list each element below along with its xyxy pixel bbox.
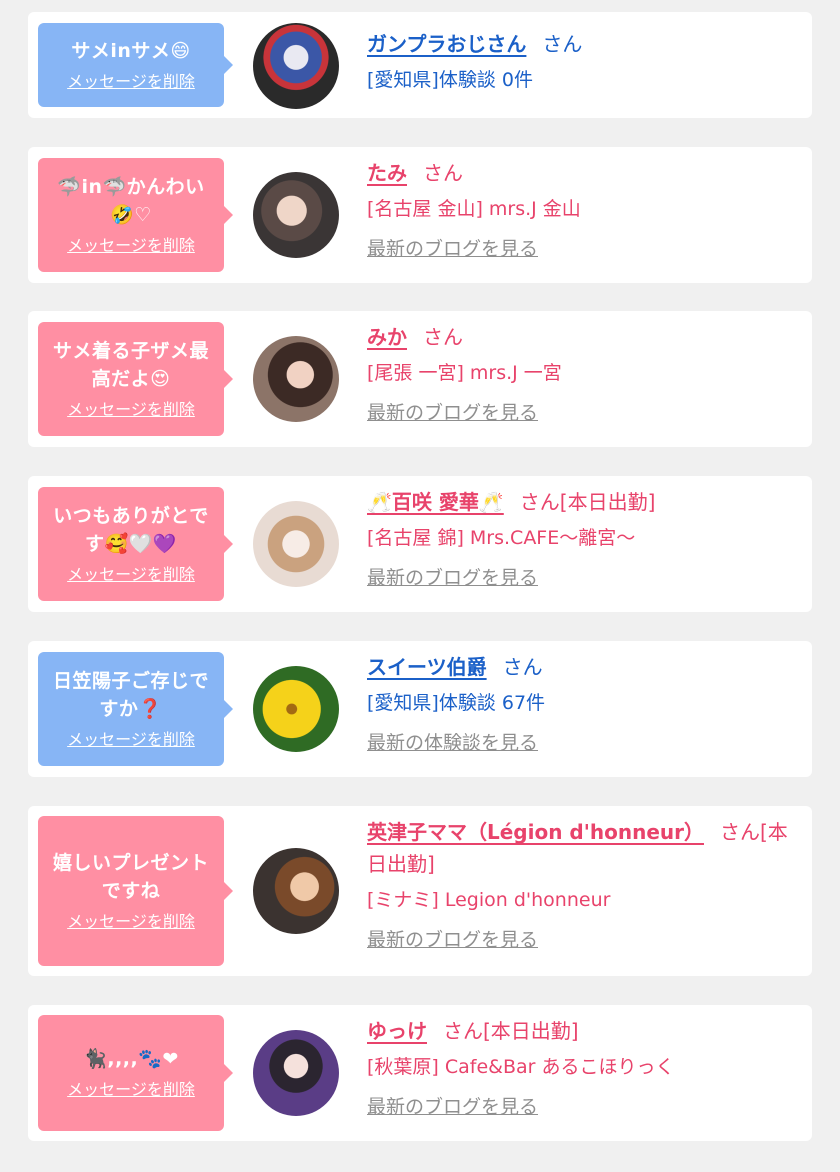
user-subtitle: [名古屋 金山] mrs.J 金山 [367,198,581,220]
message-text: 日笠陽子ご存じですか❓ [52,670,209,720]
message-card: 🦈in🦈かんわい🤣♡ メッセージを削除 たみ さん [名古屋 金山] mrs.J … [28,147,812,283]
message-bubble: サメinサメ😄 メッセージを削除 [38,23,233,107]
woman-photo-avatar[interactable] [253,1030,339,1116]
gundam-figure-avatar[interactable] [253,23,339,109]
message-card: サメinサメ😄 メッセージを削除 ガンプラおじさん さん [愛知県]体験談 0件 [28,12,812,118]
message-text: 嬉しいプレゼントですね [52,852,209,902]
user-name-link[interactable]: スイーツ伯爵 [367,655,487,679]
message-bubble: いつもありがとです🥰🤍💜 メッセージを削除 [38,487,233,601]
user-subtitle: [名古屋 錦] Mrs.CAFE〜離宮〜 [367,527,636,549]
woman-photo-avatar[interactable] [253,336,339,422]
message-bubble: 🐈‍⬛,,,,🐾❤ メッセージを削除 [38,1015,233,1131]
honorific: さん[本日出勤] [443,1019,579,1043]
yellow-flower-avatar[interactable] [253,666,339,752]
user-subtitle: [愛知県]体験談 67件 [367,692,546,714]
message-bubble: サメ着る子ザメ最高だよ😍 メッセージを削除 [38,322,233,436]
message-text: いつもありがとです🥰🤍💜 [53,505,209,555]
message-text: 🐈‍⬛,,,,🐾❤ [83,1048,179,1070]
honorific: さん [423,325,463,349]
message-text: 🦈in🦈かんわい🤣♡ [57,176,205,226]
woman-photo-avatar[interactable] [253,848,339,934]
latest-blog-link[interactable]: 最新のブログを見る [367,234,797,264]
user-name-link[interactable]: ガンプラおじさん [367,32,526,56]
honorific: さん [542,32,583,56]
latest-blog-link[interactable]: 最新のブログを見る [367,563,797,593]
delete-message-button[interactable]: メッセージを削除 [67,729,195,751]
delete-message-button[interactable]: メッセージを削除 [67,1079,195,1101]
message-card: いつもありがとです🥰🤍💜 メッセージを削除 🥂百咲 愛華🥂 さん[本日出勤] [名… [28,476,812,612]
user-name-link[interactable]: たみ [367,161,407,185]
message-card: サメ着る子ザメ最高だよ😍 メッセージを削除 みか さん [尾張 一宮] mrs.J… [28,311,812,447]
user-name-link[interactable]: 🥂百咲 愛華🥂 [367,490,504,514]
user-subtitle: [秋葉原] Cafe&Bar あるこほりっく [367,1056,675,1078]
delete-message-button[interactable]: メッセージを削除 [67,235,195,257]
delete-message-button[interactable]: メッセージを削除 [67,399,195,421]
user-name-link[interactable]: みか [367,325,407,349]
message-card: 🐈‍⬛,,,,🐾❤ メッセージを削除 ゆっけ さん[本日出勤] [秋葉原] Caf… [28,1005,812,1141]
delete-message-button[interactable]: メッセージを削除 [67,564,195,586]
user-name-link[interactable]: 英津子ママ（Légion d'honneur） [367,820,704,844]
latest-blog-link[interactable]: 最新のブログを見る [367,925,797,955]
honorific: さん [423,161,463,185]
message-bubble: 🦈in🦈かんわい🤣♡ メッセージを削除 [38,158,233,272]
latest-blog-link[interactable]: 最新のブログを見る [367,1092,797,1122]
honorific: さん [502,655,543,679]
user-name-link[interactable]: ゆっけ [367,1019,427,1043]
message-bubble: 嬉しいプレゼントですね メッセージを削除 [38,816,233,966]
message-text: サメinサメ😄 [71,40,191,62]
woman-photo-avatar[interactable] [253,172,339,258]
latest-review-link[interactable]: 最新の体験談を見る [367,728,797,758]
message-text: サメ着る子ザメ最高だよ😍 [52,340,209,390]
message-card: 嬉しいプレゼントですね メッセージを削除 英津子ママ（Légion d'honn… [28,806,812,976]
user-subtitle: [愛知県]体験談 0件 [367,69,533,91]
user-subtitle: [尾張 一宮] mrs.J 一宮 [367,362,562,384]
user-subtitle: [ミナミ] Legion d'honneur [367,889,611,911]
message-card: 日笠陽子ご存じですか❓ メッセージを削除 スイーツ伯爵 さん [愛知県]体験談 6… [28,641,812,777]
latest-blog-link[interactable]: 最新のブログを見る [367,398,797,428]
message-list: サメinサメ😄 メッセージを削除 ガンプラおじさん さん [愛知県]体験談 0件 … [0,0,840,1172]
delete-message-button[interactable]: メッセージを削除 [67,911,195,933]
delete-message-button[interactable]: メッセージを削除 [67,71,195,93]
honorific: さん[本日出勤] [519,490,656,514]
woman-photo-avatar[interactable] [253,501,339,587]
message-bubble: 日笠陽子ご存じですか❓ メッセージを削除 [38,652,233,766]
